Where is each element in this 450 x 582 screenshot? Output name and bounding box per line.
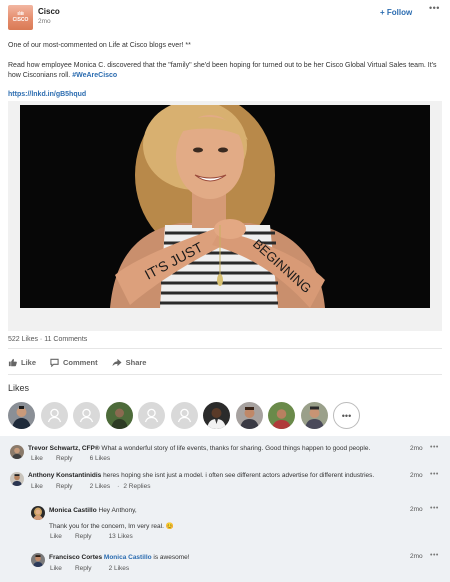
photo-illustration: IT'S JUST BEGINNING	[20, 105, 430, 308]
more-likers-button[interactable]: •••	[333, 402, 360, 429]
comment-like-button[interactable]: Like	[31, 455, 43, 462]
reply-reply-button[interactable]: Reply	[75, 533, 92, 540]
liker-avatar[interactable]	[105, 402, 133, 429]
comment-item: Anthony Konstantinidis heres hoping she …	[0, 466, 450, 496]
comment-body: What a wonderful story of life events, t…	[99, 445, 371, 452]
liker-avatar-placeholder[interactable]	[40, 402, 68, 429]
comment-text: Trevor Schwartz, CFP® What a wonderful s…	[28, 444, 398, 453]
post-link[interactable]: https://lnkd.in/gB5hqud	[8, 91, 86, 98]
comment-reply-button[interactable]: Reply	[56, 455, 73, 462]
commenter-avatar[interactable]	[10, 472, 24, 486]
comment-actions: Like Reply 6 Likes	[31, 455, 110, 462]
comment-button-label: Comment	[63, 357, 98, 367]
likes-count[interactable]: 522 Likes	[8, 336, 38, 343]
comment-body: heres hoping she isnt just a model. i of…	[101, 472, 375, 479]
commenter-name[interactable]: Trevor Schwartz, CFP®	[28, 445, 100, 452]
follow-button[interactable]: + Follow	[380, 8, 412, 17]
share-button[interactable]: Share	[112, 354, 147, 370]
comments-section: Trevor Schwartz, CFP® What a wonderful s…	[0, 436, 450, 582]
post-text-body: Read how employee Monica C. discovered t…	[8, 61, 442, 80]
comments-count[interactable]: 11 Comments	[44, 336, 87, 343]
reply-reply-button[interactable]: Reply	[75, 565, 92, 572]
mention-link[interactable]: Monica Castillo	[104, 554, 152, 561]
hashtag-link[interactable]: #WeAreCisco	[72, 72, 117, 79]
actions-divider	[8, 374, 442, 375]
reply-body: is awesome!	[151, 554, 190, 561]
person-placeholder-icon	[177, 408, 191, 423]
liker-avatar[interactable]	[300, 402, 328, 429]
like-button-label: Like	[21, 357, 37, 367]
thumbs-up-icon	[8, 358, 17, 366]
comment-button[interactable]: Comment	[50, 354, 98, 370]
reply-body-line-2: Thank you for the concern, Im very real.…	[49, 523, 174, 530]
person-placeholder-icon	[144, 408, 159, 423]
post-more-menu-icon[interactable]: •••	[429, 3, 440, 13]
reply-body: Hey Anthony,	[96, 507, 137, 514]
liker-avatar[interactable]	[203, 402, 230, 429]
comment-time: 2mo	[410, 445, 423, 452]
post-header: ıılıılıı CISCO Cisco 2mo + Follow •••	[8, 3, 442, 35]
post-stats: 522 Likes · 11 Comments	[8, 336, 87, 343]
comment-likes-count[interactable]: 2 Likes	[90, 483, 111, 490]
comment-replies-count[interactable]: 2 Replies	[123, 483, 150, 490]
comment-icon	[50, 358, 59, 367]
reply-like-button[interactable]: Like	[50, 533, 62, 540]
commenter-avatar[interactable]	[10, 445, 24, 459]
reply-like-button[interactable]: Like	[50, 565, 62, 572]
liker-avatar[interactable]	[8, 402, 35, 429]
reply-text: Monica Castillo Hey Anthony,	[49, 506, 389, 515]
comment-like-button[interactable]: Like	[31, 483, 43, 490]
stats-divider	[8, 348, 442, 349]
logo-word: CISCO	[12, 17, 29, 23]
replier-avatar[interactable]	[31, 553, 45, 567]
comment-more-icon[interactable]: •••	[430, 444, 439, 451]
reply-actions: Like Reply 13 Likes	[50, 533, 133, 540]
reply-likes-count[interactable]: 13 Likes	[109, 533, 133, 540]
like-button[interactable]: Like	[8, 354, 36, 370]
post-text-line-1: One of our most-commented on Life at Cis…	[8, 42, 191, 49]
reply-time: 2mo	[410, 506, 423, 513]
likes-section-title: Likes	[8, 383, 30, 393]
reply-likes-count[interactable]: 2 Likes	[109, 565, 130, 572]
stats-separator: ·	[39, 336, 43, 343]
liker-avatar-placeholder[interactable]	[170, 402, 198, 429]
comment-time: 2mo	[410, 472, 423, 479]
post-author[interactable]: Cisco	[38, 7, 60, 16]
likers-row: •••	[8, 402, 360, 429]
liker-avatar[interactable]	[235, 402, 263, 429]
reply-text: Francisco Cortes Monica Castillo is awes…	[49, 553, 389, 562]
post-photo[interactable]: IT'S JUST BEGINNING	[20, 105, 430, 308]
replier-name[interactable]: Francisco Cortes	[49, 554, 102, 561]
person-placeholder-icon	[79, 408, 94, 423]
comment-actions: Like Reply 2 Likes · 2 Replies	[31, 483, 150, 490]
comment-likes-count[interactable]: 6 Likes	[90, 455, 111, 462]
comment-item: Trevor Schwartz, CFP® What a wonderful s…	[0, 436, 450, 464]
liker-avatar-placeholder[interactable]	[138, 402, 165, 429]
reply-actions: Like Reply 2 Likes	[50, 565, 129, 572]
post-time: 2mo	[38, 18, 51, 25]
replier-avatar[interactable]	[31, 506, 45, 520]
reply-more-icon[interactable]: •••	[430, 552, 439, 559]
liker-avatar-placeholder[interactable]	[73, 402, 100, 429]
reply-time: 2mo	[410, 553, 423, 560]
company-logo[interactable]: ıılıılıı CISCO	[8, 5, 33, 30]
commenter-name[interactable]: Anthony Konstantinidis	[28, 472, 101, 479]
share-icon	[112, 358, 122, 366]
post-actions: Like Comment Share	[8, 354, 146, 370]
comment-more-icon[interactable]: •••	[430, 471, 439, 478]
reply-item: Monica Castillo Hey Anthony, Thank you f…	[0, 502, 450, 546]
post-media[interactable]: IT'S JUST BEGINNING	[8, 101, 442, 331]
replier-name[interactable]: Monica Castillo	[49, 507, 97, 514]
comment-reply-button[interactable]: Reply	[56, 483, 73, 490]
comment-text: Anthony Konstantinidis heres hoping she …	[28, 471, 398, 480]
person-placeholder-icon	[47, 408, 61, 423]
reply-item: Francisco Cortes Monica Castillo is awes…	[0, 548, 450, 580]
liker-avatar[interactable]	[268, 402, 295, 429]
reply-more-icon[interactable]: •••	[430, 505, 439, 512]
share-button-label: Share	[125, 357, 147, 367]
